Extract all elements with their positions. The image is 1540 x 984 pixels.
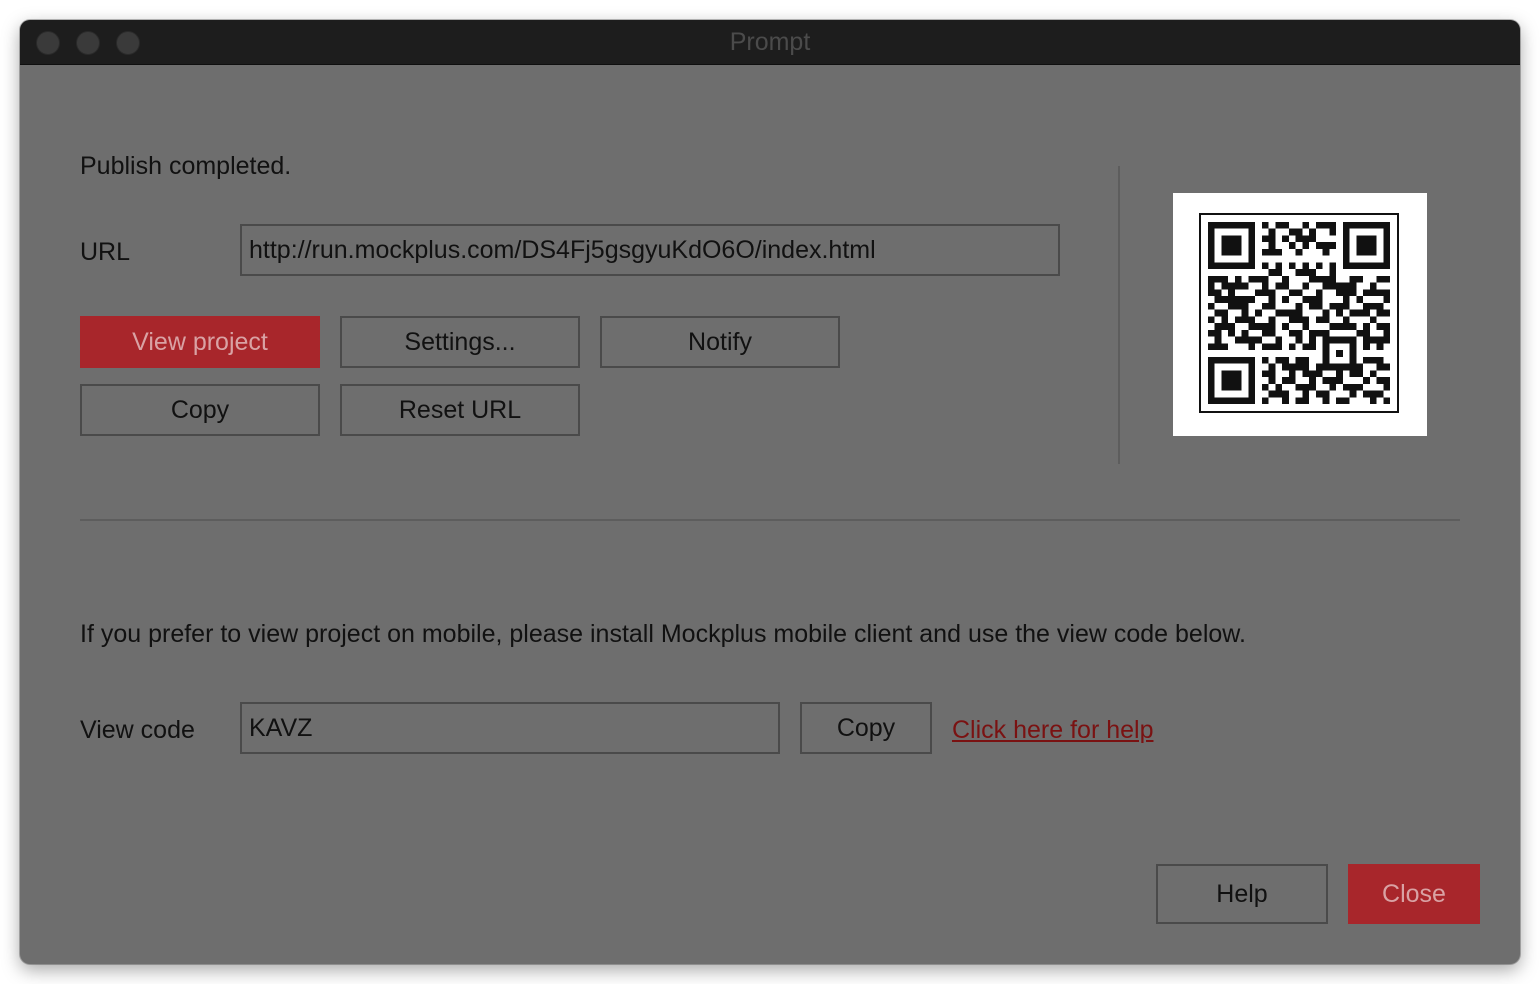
horizontal-divider [80,519,1460,521]
prompt-dialog: Prompt Publish completed. URL http://run… [20,20,1520,964]
help-button[interactable]: Help [1156,864,1328,924]
help-link[interactable]: Click here for help [952,716,1153,745]
publish-status: Publish completed. [80,152,292,180]
notify-button[interactable]: Notify [600,316,840,368]
copy-url-button[interactable]: Copy [80,384,320,436]
window-title: Prompt [729,28,811,56]
reset-url-button[interactable]: Reset URL [340,384,580,436]
title-bar: Prompt [20,20,1520,65]
copy-view-code-button[interactable]: Copy [800,702,932,754]
mobile-info-text: If you prefer to view project on mobile,… [80,620,1246,648]
close-button[interactable]: Close [1348,864,1480,924]
qr-code-icon [1207,221,1391,405]
dialog-content: Publish completed. URL http://run.mockpl… [20,64,1520,964]
settings-button[interactable]: Settings... [340,316,580,368]
view-code-field[interactable]: KAVZ [240,702,780,754]
url-label: URL [80,238,131,266]
vertical-divider [1118,166,1120,464]
qr-code-frame [1199,213,1399,413]
view-code-label: View code [80,716,195,744]
view-project-button[interactable]: View project [80,316,320,368]
url-field[interactable]: http://run.mockplus.com/DS4Fj5gsgyuKdO6O… [240,224,1060,276]
qr-code-card [1173,193,1427,436]
